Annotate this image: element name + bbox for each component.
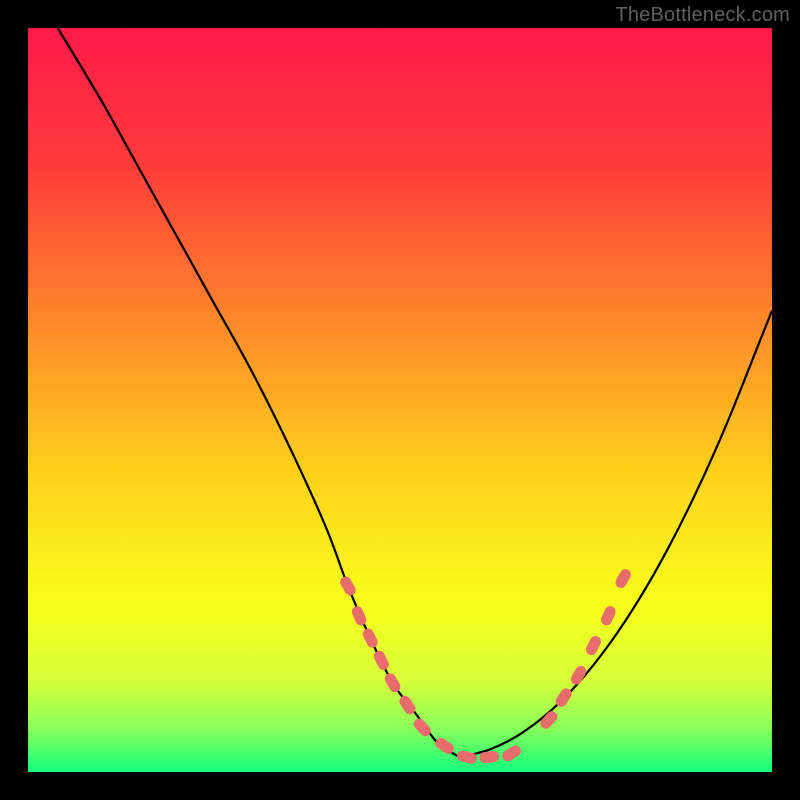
chart-frame bbox=[28, 28, 772, 772]
gradient-rect bbox=[28, 28, 772, 772]
chart-gradient-bg bbox=[28, 28, 772, 772]
watermark-label: TheBottleneck.com bbox=[615, 4, 790, 27]
